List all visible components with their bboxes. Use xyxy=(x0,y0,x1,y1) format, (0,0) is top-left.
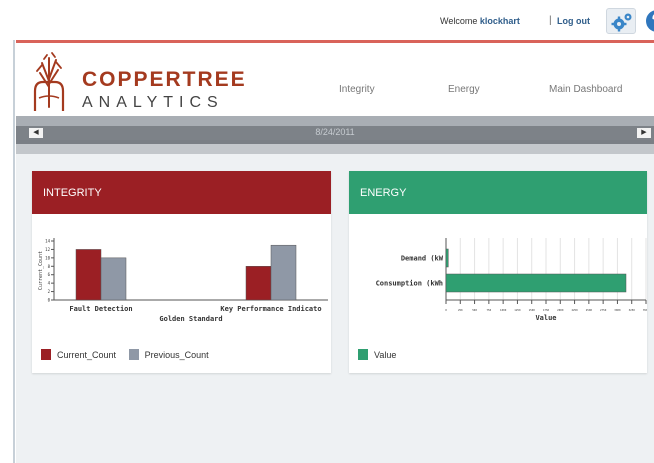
help-button[interactable] xyxy=(644,8,654,34)
app-header: COPPERTREE ANALYTICS Integrity Energy Ma… xyxy=(16,40,654,116)
tree-logo-icon xyxy=(33,52,65,111)
y-tick-label: 12 xyxy=(45,247,50,252)
date-label: 8/24/2011 xyxy=(315,127,355,137)
header-divider xyxy=(16,116,654,126)
energy-chart: 0 250 500 750 1000 1250 1500 1750 2000 2250 2500 27… xyxy=(376,238,647,322)
integrity-panel-title: INTEGRITY xyxy=(43,187,102,199)
y-tick-label: Consumption (kWh xyxy=(376,280,443,288)
y-axis-title: Current_Count xyxy=(38,251,44,290)
nav-energy[interactable]: Energy xyxy=(448,84,480,95)
x-tick-label: 250 xyxy=(458,308,463,312)
integrity-panel: INTEGRITY 0 2 4 6 8 10 12 14 Fault Detection Key … xyxy=(32,171,331,373)
legend-swatch-value xyxy=(358,349,368,360)
x-tick-label: 1000 xyxy=(500,308,507,312)
x-tick-label: 1750 xyxy=(543,308,550,312)
welcome-label: Welcome xyxy=(440,16,478,26)
date-bar: ◀ 8/24/2011 ▶ xyxy=(16,126,654,140)
x-tick-label: 500 xyxy=(472,308,477,312)
nav-integrity[interactable]: Integrity xyxy=(339,84,375,95)
legend-item-current-count[interactable]: Current_Count xyxy=(41,349,119,360)
y-tick-label: 6 xyxy=(48,272,51,277)
x-tick-label: 3500 xyxy=(643,308,647,312)
x-tick-label: 2000 xyxy=(557,308,564,312)
x-tick-label: 3000 xyxy=(614,308,621,312)
x-tick-label: 2750 xyxy=(600,308,607,312)
x-tick-label: 750 xyxy=(487,308,492,312)
logo-subtitle: ANALYTICS xyxy=(82,94,224,111)
energy-panel-header: ENERGY xyxy=(349,171,647,214)
welcome-separator: | xyxy=(549,15,552,26)
gear-icon xyxy=(611,13,632,32)
username-link[interactable]: klockhart xyxy=(480,16,520,26)
arrow-right-icon: ▶ xyxy=(641,129,647,136)
y-tick-label: 14 xyxy=(45,239,50,244)
x-tick-label: 1500 xyxy=(529,308,536,312)
bar xyxy=(245,266,272,301)
date-bar-divider xyxy=(16,140,654,154)
integrity-legend: Current_Count Previous_Count xyxy=(41,349,219,360)
y-tick-label: 0 xyxy=(48,298,51,303)
integrity-panel-header: INTEGRITY xyxy=(32,171,331,214)
logo-name: COPPERTREE xyxy=(82,68,247,91)
energy-panel: ENERGY 0 250 500 750 1000 1250 1500 1750 2000 225… xyxy=(349,171,647,373)
y-tick-label: 8 xyxy=(48,264,51,269)
energy-panel-title: ENERGY xyxy=(360,187,407,199)
x-tick-label: Key Performance Indicato xyxy=(220,305,321,313)
legend-item-previous-count[interactable]: Previous_Count xyxy=(128,349,209,360)
help-icon xyxy=(646,10,654,32)
legend-swatch-previous-count xyxy=(128,349,139,360)
bar xyxy=(445,273,627,293)
bar xyxy=(100,257,127,301)
nav-main-dashboard[interactable]: Main Dashboard xyxy=(549,84,622,95)
y-tick-label: 2 xyxy=(48,289,51,294)
x-axis-title: Golden Standard xyxy=(159,315,222,323)
bar xyxy=(270,244,297,301)
energy-legend: Value xyxy=(358,349,406,360)
y-tick-label: Demand (kW xyxy=(401,255,444,263)
top-bar: Welcome klockhart | Log out xyxy=(16,0,654,40)
legend-label-current-count: Current_Count xyxy=(57,350,117,360)
bar xyxy=(75,249,102,301)
legend-label-previous-count: Previous_Count xyxy=(144,350,209,360)
integrity-chart: 0 2 4 6 8 10 12 14 Fault Detection Key Performanc… xyxy=(38,238,328,323)
x-tick-label: 2500 xyxy=(586,308,593,312)
welcome-text: Welcome klockhart xyxy=(440,16,520,26)
x-axis-title: Value xyxy=(535,314,556,322)
legend-item-value[interactable]: Value xyxy=(358,349,397,360)
bar xyxy=(445,248,449,268)
y-tick-label: 4 xyxy=(48,281,51,286)
x-tick-label: Fault Detection xyxy=(69,305,132,313)
x-tick-label: 0 xyxy=(445,308,447,312)
x-tick-label: 3250 xyxy=(629,308,636,312)
left-border-line xyxy=(13,40,15,463)
next-date-button[interactable]: ▶ xyxy=(637,128,651,138)
legend-swatch-current-count xyxy=(41,349,51,360)
settings-button[interactable] xyxy=(606,8,636,34)
legend-label-value: Value xyxy=(374,350,397,360)
logout-link[interactable]: Log out xyxy=(557,16,590,26)
y-tick-label: 10 xyxy=(45,255,50,260)
x-tick-label: 1250 xyxy=(514,308,521,312)
x-tick-label: 2250 xyxy=(571,308,578,312)
